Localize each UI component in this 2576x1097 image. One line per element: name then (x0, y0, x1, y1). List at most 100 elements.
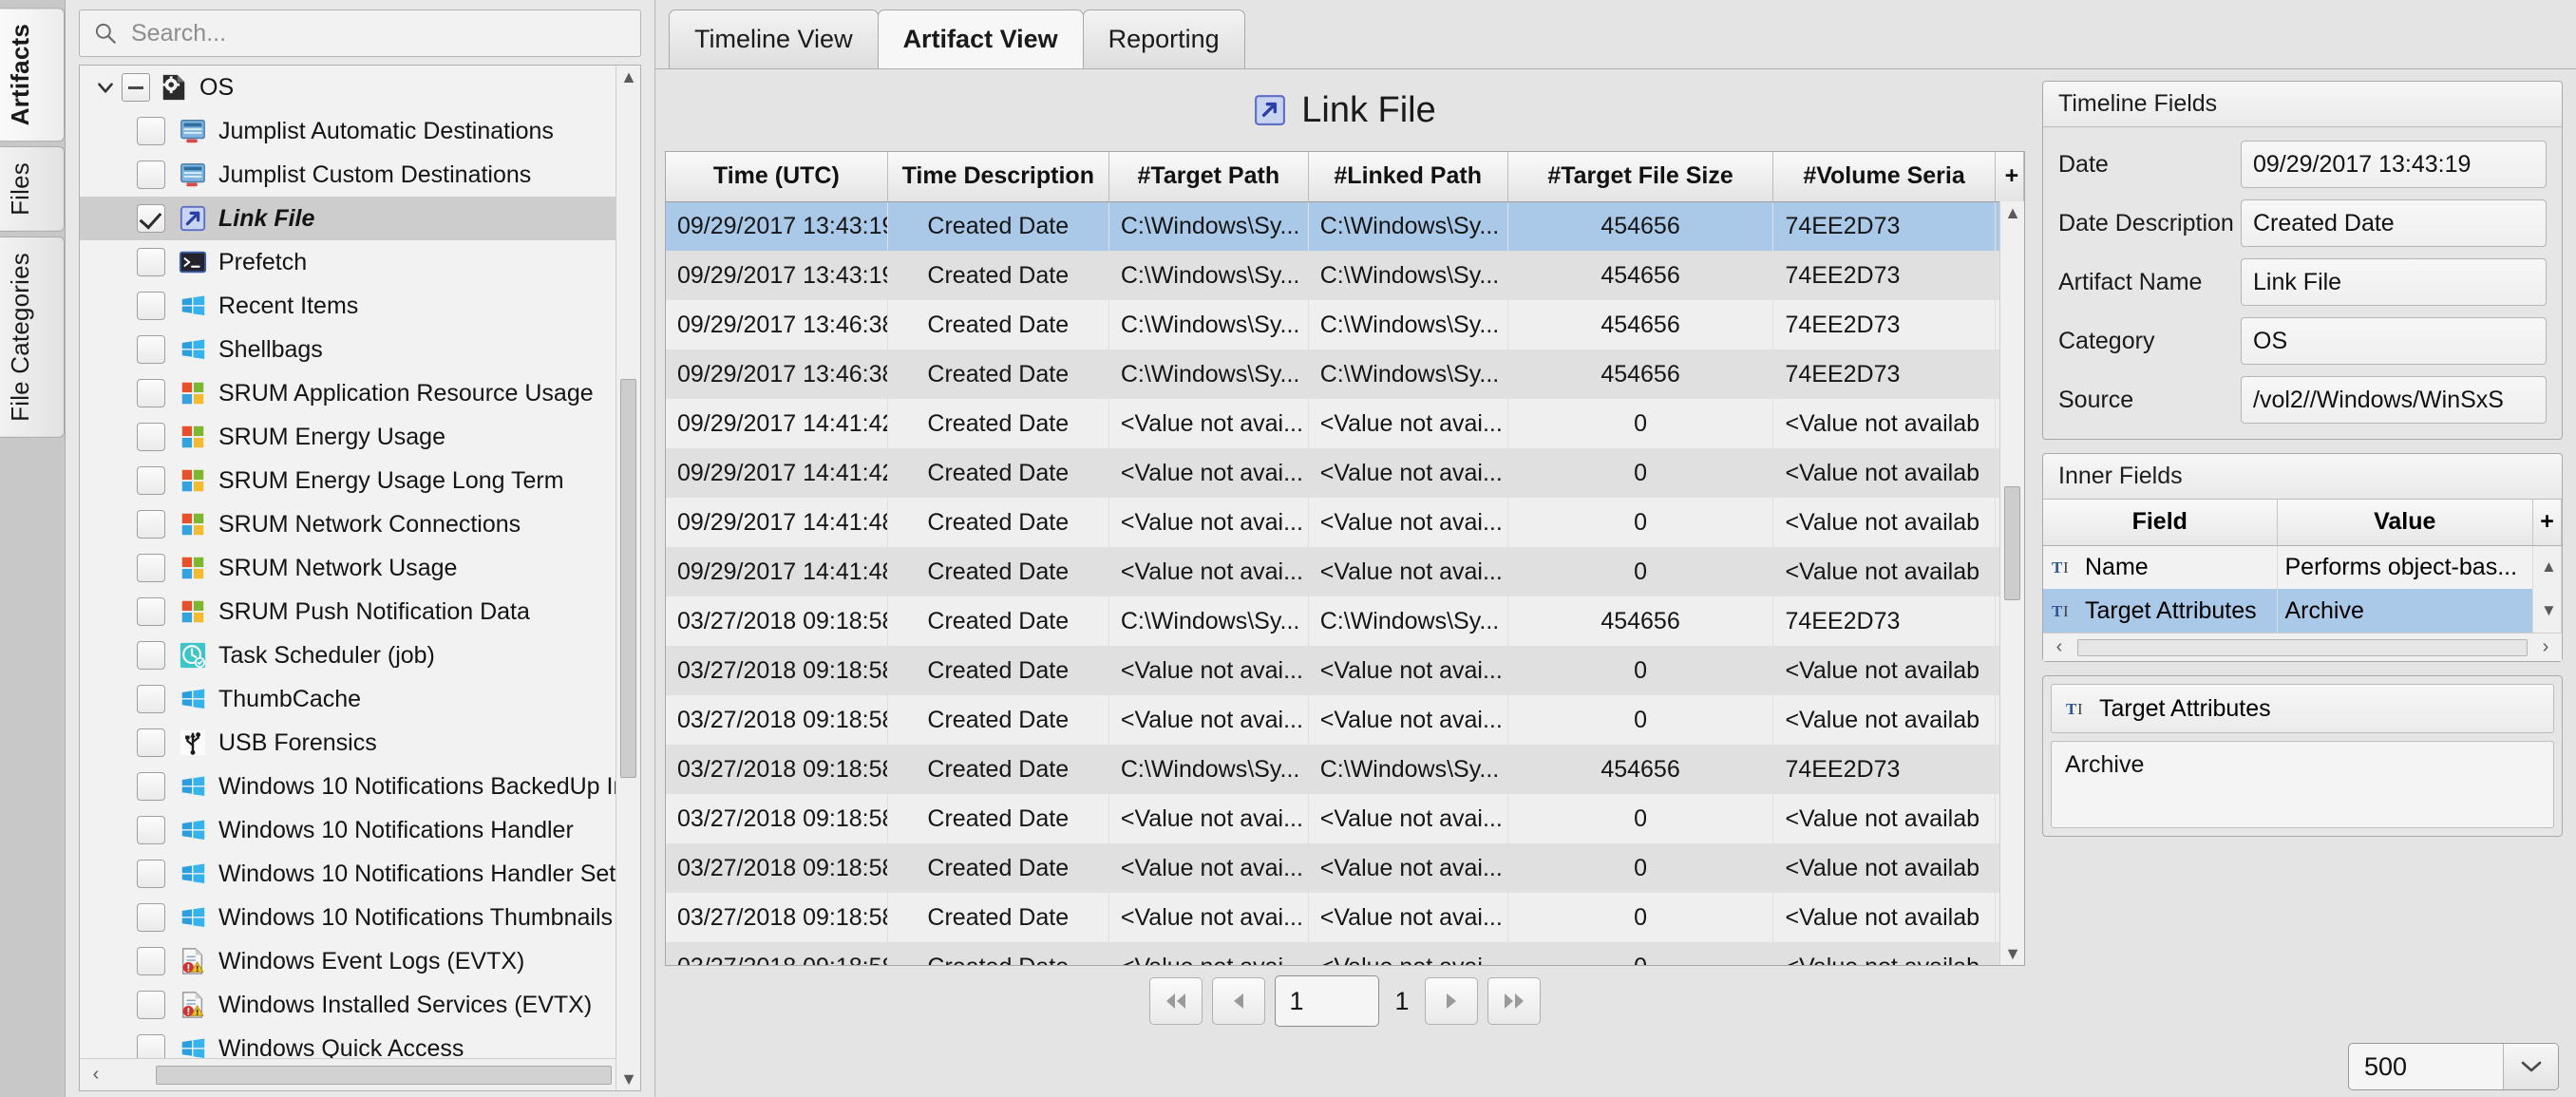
tree-item-srum-application-resource-usage[interactable]: SRUM Application Resource Usage (80, 371, 640, 415)
tree-item-checkbox[interactable] (137, 554, 165, 582)
chevron-down-icon[interactable] (93, 75, 118, 100)
inner-hscroll-thumb[interactable] (2077, 639, 2528, 656)
tree-item-checkbox[interactable] (137, 772, 165, 801)
tree-node-os[interactable]: OS (80, 66, 640, 109)
tree-scroll-thumb[interactable] (620, 379, 636, 778)
page-number-input[interactable]: 1 (1275, 975, 1379, 1027)
scroll-down-icon[interactable]: ▼ (619, 1069, 638, 1088)
tree-item-checkbox[interactable] (137, 466, 165, 495)
page-size-select[interactable]: 500 (2348, 1043, 2559, 1090)
first-page-button[interactable] (1149, 977, 1203, 1025)
timeline-field-value[interactable]: /vol2//Windows/WinSxS (2241, 376, 2547, 424)
tree-item-checkbox[interactable] (137, 510, 165, 539)
grid-row[interactable]: 09/29/2017 13:43:19Created DateC:\Window… (666, 251, 2024, 300)
tree-item-srum-energy-usage[interactable]: SRUM Energy Usage (80, 415, 640, 459)
add-inner-column-button[interactable]: + (2533, 500, 2562, 545)
tree-item-checkbox[interactable] (137, 204, 165, 233)
tree-item-checkbox[interactable] (137, 641, 165, 670)
tree-item-checkbox[interactable] (137, 161, 165, 189)
scroll-left-icon[interactable]: ‹ (84, 1064, 108, 1086)
tree-item-shellbags[interactable]: Shellbags (80, 328, 640, 371)
grid-vertical-scrollbar[interactable]: ▲ ▼ (1999, 201, 2024, 965)
tree-horizontal-scrollbar[interactable]: ‹ › (80, 1058, 640, 1090)
tree-item-checkbox[interactable] (137, 423, 165, 451)
tree-item-thumbcache[interactable]: ThumbCache (80, 677, 640, 721)
scroll-down-icon[interactable]: ▼ (2003, 944, 2022, 963)
tree-item-windows-10-notifications-backedup-in[interactable]: Windows 10 Notifications BackedUp In (80, 765, 640, 808)
grid-column-header[interactable]: #Target File Size (1507, 152, 1773, 201)
tree-item-checkbox[interactable] (137, 335, 165, 364)
tree-item-jumplist-custom-destinations[interactable]: Jumplist Custom Destinations (80, 153, 640, 197)
grid-row[interactable]: 09/29/2017 13:46:38Created DateC:\Window… (666, 350, 2024, 399)
tree-item-checkbox[interactable] (137, 903, 165, 932)
chevron-down-icon[interactable] (2503, 1044, 2558, 1089)
timeline-field-value[interactable]: 09/29/2017 13:43:19 (2241, 141, 2547, 188)
tree-vertical-scrollbar[interactable]: ▲ ▼ (616, 66, 640, 1090)
grid-row[interactable]: 03/27/2018 09:18:58Created Date<Value no… (666, 646, 2024, 695)
tree-item-windows-installed-services-evtx[interactable]: Windows Installed Services (EVTX) (80, 983, 640, 1027)
tree-item-windows-10-notifications-handler-sett[interactable]: Windows 10 Notifications Handler Sett (80, 852, 640, 896)
add-column-button[interactable]: + (1995, 152, 2023, 201)
grid-row[interactable]: 03/27/2018 09:18:58Created Date<Value no… (666, 794, 2024, 843)
search-input[interactable]: Search... (79, 9, 641, 57)
tab-timeline-view[interactable]: Timeline View (669, 9, 879, 68)
tree-item-task-scheduler-job[interactable]: Task Scheduler (job) (80, 634, 640, 677)
grid-row[interactable]: 09/29/2017 14:41:48Created Date<Value no… (666, 498, 2024, 547)
inner-scroll-cell[interactable]: ▲ (2533, 545, 2562, 589)
inner-field-row[interactable]: TITarget AttributesArchive▼ (2043, 589, 2562, 633)
tree-item-srum-network-usage[interactable]: SRUM Network Usage (80, 546, 640, 590)
tree-item-checkbox[interactable] (137, 991, 165, 1019)
inner-column-header[interactable]: Value (2277, 500, 2533, 545)
tree-item-jumplist-automatic-destinations[interactable]: Jumplist Automatic Destinations (80, 109, 640, 153)
tree-item-link-file[interactable]: Link File (80, 197, 640, 240)
tab-reporting[interactable]: Reporting (1083, 9, 1245, 68)
scroll-left-icon[interactable]: ‹ (2047, 636, 2072, 658)
tab-artifact-view[interactable]: Artifact View (878, 9, 1084, 68)
grid-row[interactable]: 03/27/2018 09:18:58Created DateC:\Window… (666, 745, 2024, 794)
tree-item-checkbox[interactable] (137, 816, 165, 844)
tree-item-windows-event-logs-evtx[interactable]: Windows Event Logs (EVTX) (80, 939, 640, 983)
previous-page-button[interactable] (1212, 977, 1265, 1025)
tree-item-checkbox[interactable] (137, 248, 165, 276)
tree-item-srum-energy-usage-long-term[interactable]: SRUM Energy Usage Long Term (80, 459, 640, 502)
collapse-toggle-button[interactable] (122, 73, 150, 102)
tree-item-prefetch[interactable]: Prefetch (80, 240, 640, 284)
rail-tab-files[interactable]: Files (0, 146, 65, 232)
tree-item-checkbox[interactable] (137, 117, 165, 145)
grid-column-header[interactable]: #Volume Seria (1773, 152, 1995, 201)
grid-row[interactable]: 09/29/2017 14:41:48Created Date<Value no… (666, 547, 2024, 596)
grid-row[interactable]: 03/27/2018 09:18:58Created Date<Value no… (666, 843, 2024, 893)
grid-row[interactable]: 09/29/2017 13:43:19Created DateC:\Window… (666, 201, 2024, 251)
tree-item-checkbox[interactable] (137, 947, 165, 975)
tree-item-checkbox[interactable] (137, 597, 165, 626)
grid-column-header[interactable]: Time Description (887, 152, 1108, 201)
tree-hscroll-thumb[interactable] (156, 1066, 612, 1085)
scroll-up-icon[interactable]: ▲ (619, 67, 638, 86)
timeline-field-value[interactable]: Link File (2241, 258, 2547, 306)
tree-item-checkbox[interactable] (137, 1034, 165, 1058)
tree-item-checkbox[interactable] (137, 379, 165, 407)
tree-item-checkbox[interactable] (137, 860, 165, 888)
grid-column-header[interactable]: #Target Path (1108, 152, 1308, 201)
tree-item-srum-network-connections[interactable]: SRUM Network Connections (80, 502, 640, 546)
grid-column-header[interactable]: #Linked Path (1308, 152, 1507, 201)
tree-item-windows-10-notifications-thumbnails[interactable]: Windows 10 Notifications Thumbnails (80, 896, 640, 939)
grid-row[interactable]: 09/29/2017 13:46:38Created DateC:\Window… (666, 300, 2024, 350)
tree-item-srum-push-notification-data[interactable]: SRUM Push Notification Data (80, 590, 640, 634)
next-page-button[interactable] (1425, 977, 1478, 1025)
inner-horizontal-scrollbar[interactable]: ‹ › (2043, 633, 2562, 661)
inner-scroll-cell[interactable]: ▼ (2533, 589, 2562, 633)
rail-tab-artifacts[interactable]: Artifacts (0, 8, 65, 142)
inner-field-row[interactable]: TINamePerforms object-bas...▲ (2043, 545, 2562, 589)
tree-item-recent-items[interactable]: Recent Items (80, 284, 640, 328)
tree-item-checkbox[interactable] (137, 728, 165, 757)
timeline-field-value[interactable]: Created Date (2241, 199, 2547, 247)
rail-tab-file-categories[interactable]: File Categories (0, 236, 65, 438)
grid-row[interactable]: 09/29/2017 14:41:42Created Date<Value no… (666, 448, 2024, 498)
tree-item-checkbox[interactable] (137, 292, 165, 320)
grid-row[interactable]: 03/27/2018 09:18:58Created Date<Value no… (666, 942, 2024, 966)
scroll-right-icon[interactable]: › (2533, 636, 2558, 658)
inner-column-header[interactable]: Field (2043, 500, 2277, 545)
tree-item-windows-quick-access[interactable]: Windows Quick Access (80, 1027, 640, 1058)
tree-item-windows-10-notifications-handler[interactable]: Windows 10 Notifications Handler (80, 808, 640, 852)
